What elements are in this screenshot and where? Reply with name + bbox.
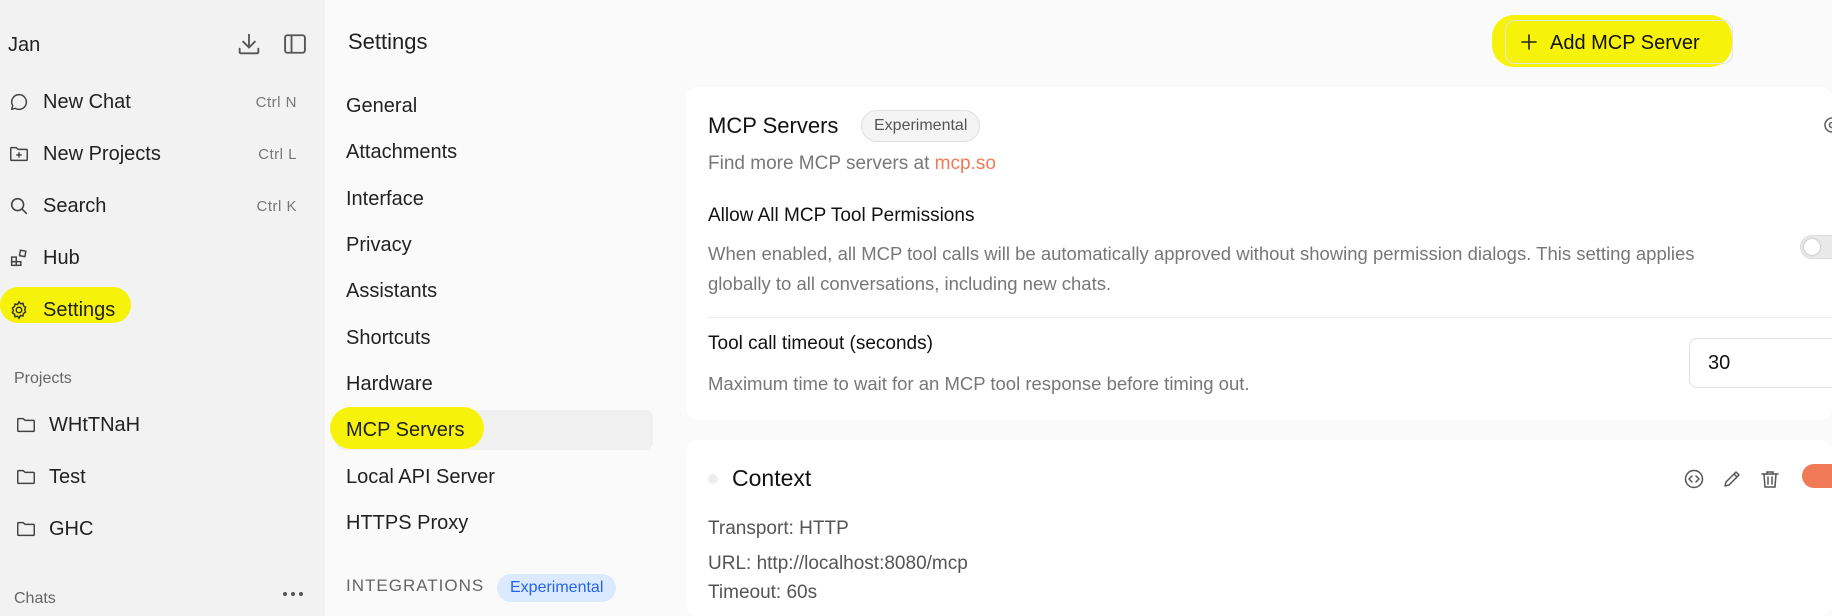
settings-nav-label: HTTPS Proxy: [346, 511, 469, 534]
download-icon[interactable]: [235, 30, 263, 58]
settings-circle-icon[interactable]: [1822, 115, 1832, 135]
sidebar-toggle-icon[interactable]: [281, 30, 309, 58]
divider: [708, 317, 1832, 318]
settings-nav-https-proxy[interactable]: HTTPS Proxy: [336, 503, 653, 543]
settings-nav-label: Local API Server: [346, 465, 495, 488]
integrations-section-label: INTEGRATIONS: [346, 576, 485, 595]
add-mcp-server-button[interactable]: Add MCP Server: [1505, 20, 1733, 64]
settings-nav-privacy[interactable]: Privacy: [336, 225, 653, 265]
server-card-context: Context Transport: HTTP URL: http://loca…: [686, 440, 1832, 616]
settings-nav-label: General: [346, 94, 418, 117]
project-label: Test: [49, 465, 86, 488]
timeout-description: Maximum time to wait for an MCP tool res…: [708, 373, 1250, 394]
code-circle-icon[interactable]: [1683, 468, 1705, 490]
settings-nav-hardware[interactable]: Hardware: [336, 364, 653, 404]
nav-new-projects[interactable]: New Projects Ctrl L: [0, 134, 310, 174]
settings-nav-general[interactable]: General: [336, 86, 653, 126]
hub-icon: [10, 249, 27, 267]
experimental-badge: Experimental: [497, 574, 617, 602]
chats-section-label: Chats: [14, 590, 56, 607]
shortcut: Ctrl K: [256, 197, 297, 215]
allow-permissions-title: Allow All MCP Tool Permissions: [708, 205, 975, 226]
project-label: GHC: [49, 517, 94, 540]
settings-nav-interface[interactable]: Interface: [336, 179, 653, 219]
nav-settings[interactable]: Settings: [0, 287, 310, 330]
nav-label: New Chat: [43, 90, 131, 113]
shortcut: Ctrl L: [258, 145, 297, 163]
nav-label: Search: [43, 194, 107, 217]
nav-search[interactable]: Search Ctrl K: [0, 186, 310, 226]
server-enabled-toggle[interactable]: [1802, 464, 1832, 488]
more-options-icon[interactable]: [282, 590, 304, 598]
timeout-input[interactable]: [1689, 338, 1832, 388]
settings-nav-label: Interface: [346, 187, 424, 210]
settings-nav-shortcuts[interactable]: Shortcuts: [336, 318, 653, 358]
search-icon: [10, 197, 28, 215]
nav-hub[interactable]: Hub: [0, 238, 310, 278]
project-label: WHtTNaH: [49, 413, 141, 436]
plus-icon: [1521, 34, 1537, 50]
folder-icon: [17, 521, 35, 537]
settings-nav-label: Privacy: [346, 233, 412, 256]
nav-label: Hub: [43, 246, 80, 269]
timeout-title: Tool call timeout (seconds): [708, 333, 933, 354]
nav-label: New Projects: [43, 142, 161, 165]
nav-label: Settings: [43, 298, 116, 321]
settings-nav-assistants[interactable]: Assistants: [336, 271, 653, 311]
experimental-badge: Experimental: [861, 110, 981, 142]
folder-icon: [17, 469, 35, 485]
settings-nav-mcp-servers[interactable]: MCP Servers: [330, 407, 653, 450]
settings-nav-label: Shortcuts: [346, 326, 431, 349]
shortcut: Ctrl N: [255, 93, 297, 111]
mcp-servers-card: MCP Servers Experimental Find more MCP s…: [686, 87, 1832, 420]
projects-section-label: Projects: [14, 370, 72, 387]
project-item[interactable]: Test: [0, 457, 310, 497]
settings-nav-local-api-server[interactable]: Local API Server: [336, 457, 653, 497]
card-subtitle: Find more MCP servers at mcp.so: [708, 153, 996, 175]
transport-text: Transport: HTTP: [708, 518, 849, 539]
allow-permissions-toggle[interactable]: [1800, 235, 1832, 259]
add-button-label: Add MCP Server: [1550, 32, 1700, 54]
pencil-icon[interactable]: [1721, 468, 1743, 490]
allow-permissions-description: When enabled, all MCP tool calls will be…: [708, 243, 1695, 294]
folder-icon: [17, 417, 35, 433]
subtitle-text: Find more MCP servers at: [708, 153, 930, 174]
nav-new-chat[interactable]: New Chat Ctrl N: [0, 82, 310, 122]
url-text: URL: http://localhost:8080/mcp: [708, 553, 968, 574]
status-dot: [708, 474, 718, 484]
folder-plus-icon: [10, 146, 28, 162]
trash-icon[interactable]: [1759, 468, 1781, 490]
chat-bubble-icon: [10, 93, 28, 111]
project-item[interactable]: GHC: [0, 509, 310, 549]
gear-icon: [11, 300, 27, 320]
settings-nav-label: Attachments: [346, 140, 458, 163]
app-name: Jan: [8, 34, 41, 56]
settings-nav-attachments[interactable]: Attachments: [336, 132, 653, 172]
timeout-text: Timeout: 60s: [708, 582, 818, 603]
settings-title: Settings: [348, 29, 428, 54]
settings-nav-label: Hardware: [346, 372, 433, 395]
sidebar: Jan New Chat Ctrl N New Projects Ctrl L …: [0, 0, 325, 616]
server-name: Context: [732, 465, 812, 491]
project-item[interactable]: WHtTNaH: [0, 405, 310, 445]
settings-nav-label: Assistants: [346, 279, 438, 302]
settings-nav-label: MCP Servers: [346, 418, 465, 441]
card-title: MCP Servers: [708, 113, 839, 138]
mcp-so-link[interactable]: mcp.so: [935, 153, 996, 174]
